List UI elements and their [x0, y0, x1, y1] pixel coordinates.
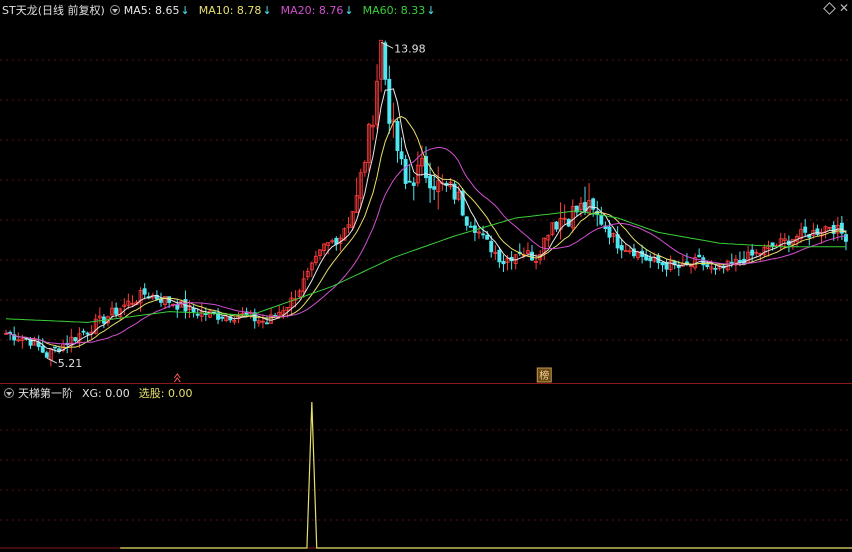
close-icon[interactable]: ✕ [839, 2, 849, 14]
stock-title[interactable]: ST天龙(日线 前复权) [2, 2, 105, 18]
candle-down [489, 240, 494, 253]
candle-down [607, 226, 612, 238]
candle-down [803, 226, 808, 233]
xg-value: XG: 0.00 [82, 386, 130, 400]
candle-down [481, 233, 486, 236]
candle-down [114, 307, 119, 315]
ma20-legend: MA20: 8.76↓ [280, 3, 354, 17]
indicator-header: 天梯第一阶 XG: 0.00 选股: 0.00 [0, 384, 201, 402]
candle-down [599, 214, 604, 225]
ma10-legend: MA10: 8.78↓ [198, 3, 272, 17]
candle-down [660, 262, 665, 266]
candle-down [81, 330, 86, 333]
candle-down [387, 78, 392, 124]
candle-down [615, 234, 620, 249]
indicator-options-icon[interactable] [4, 388, 14, 398]
candle-down [44, 352, 49, 358]
candle-down [383, 42, 388, 80]
candle-down [142, 288, 147, 295]
ma5-legend: MA5: 8.65↓ [123, 3, 190, 17]
bang-marker-label: 榜 [539, 369, 549, 382]
candle-down [428, 175, 433, 189]
candle-down [664, 262, 669, 270]
xuangu-value: 选股: 0.00 [138, 387, 193, 400]
candle-down [411, 182, 416, 186]
candle-down [705, 264, 710, 268]
candle-down [53, 346, 57, 349]
candle-down [432, 186, 437, 190]
main-options-icon[interactable] [109, 5, 120, 15]
candle-down [619, 245, 624, 251]
candle-down [738, 260, 742, 263]
candle-down [554, 221, 559, 230]
candle-down [399, 151, 404, 160]
candle-down [697, 254, 702, 258]
candle-down [750, 249, 755, 256]
candle-down [73, 337, 78, 342]
candle-down [497, 249, 502, 263]
candle-down [395, 121, 400, 152]
down-arrow-icon: ↓ [262, 3, 272, 17]
high-price-label: 13.98 [394, 42, 426, 55]
candle-down [407, 180, 412, 183]
indicator-name[interactable]: 天梯第一阶 [18, 385, 73, 401]
main-chart-header: ST天龙(日线 前复权) MA5: 8.65↓ MA10: 8.78↓ MA20… [0, 1, 445, 19]
ma60-legend: MA60: 8.33↓ [362, 3, 436, 17]
candle-down [464, 216, 469, 226]
low-pointer [46, 357, 58, 364]
candle-down [468, 225, 473, 228]
kline-chart[interactable]: 13.98 5.21 榜 [0, 0, 852, 552]
up-arrow-icon [173, 373, 181, 383]
candle-down [85, 332, 90, 335]
down-arrow-icon: ↓ [180, 3, 190, 17]
candle-down [501, 261, 506, 265]
candle-down [175, 304, 180, 310]
candle-down [403, 158, 408, 184]
down-arrow-icon: ↓ [426, 3, 436, 17]
candle-down [485, 234, 490, 240]
candle-down [195, 313, 200, 316]
down-arrow-icon: ↓ [344, 3, 354, 17]
candle-down [713, 267, 718, 270]
low-price-label: 5.21 [58, 357, 83, 370]
candle-down [40, 345, 45, 353]
candle-down [530, 251, 534, 261]
candle-down [220, 316, 225, 319]
candle-down [815, 228, 820, 235]
xg-signal-line [120, 401, 852, 549]
candle-down [648, 257, 653, 262]
candle-down [729, 261, 734, 264]
candle-down [265, 322, 269, 325]
